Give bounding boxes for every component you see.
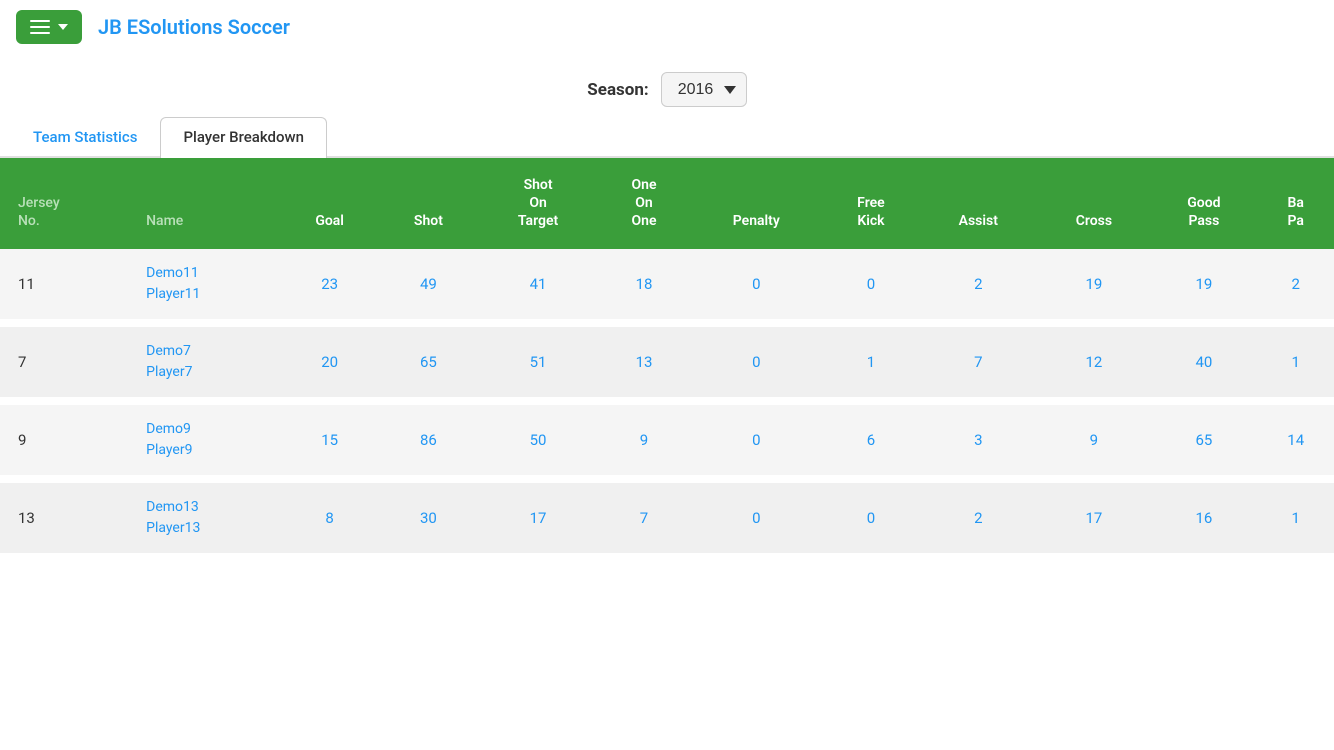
- col-header-jersey: JerseyNo.: [0, 158, 134, 249]
- table-row: 13Demo13Player1383017700217161: [0, 479, 1334, 557]
- col-header-shot-on-target: ShotOnTarget: [478, 158, 598, 249]
- col-header-cross: Cross: [1037, 158, 1150, 249]
- table-row: 11Demo11Player112349411800219192: [0, 249, 1334, 323]
- app-title: JB ESolutions Soccer: [98, 15, 290, 39]
- col-header-goal: Goal: [280, 158, 378, 249]
- header: JB ESolutions Soccer: [0, 0, 1334, 54]
- season-select[interactable]: 2014 2015 2016 2017 2018: [661, 72, 747, 107]
- hamburger-icon: [30, 20, 50, 34]
- table-row: 9Demo9Player9158650906396514: [0, 401, 1334, 479]
- col-header-name: Name: [134, 158, 280, 249]
- table-header-row: JerseyNo. Name Goal Shot ShotOnTarget On…: [0, 158, 1334, 249]
- col-header-good-pass: GoodPass: [1150, 158, 1257, 249]
- col-header-assist: Assist: [919, 158, 1037, 249]
- tab-player-breakdown[interactable]: Player Breakdown: [160, 117, 327, 158]
- col-header-free-kick: FreeKick: [823, 158, 919, 249]
- col-header-one-on-one: OneOnOne: [598, 158, 690, 249]
- tabs-bar: Team Statistics Player Breakdown: [0, 117, 1334, 158]
- season-bar: Season: 2014 2015 2016 2017 2018: [0, 54, 1334, 117]
- col-header-bad-pass: BaPa: [1257, 158, 1334, 249]
- menu-button[interactable]: [16, 10, 82, 44]
- col-header-shot: Shot: [379, 158, 478, 249]
- stats-table-wrapper: JerseyNo. Name Goal Shot ShotOnTarget On…: [0, 158, 1334, 561]
- tab-team-statistics[interactable]: Team Statistics: [10, 117, 160, 156]
- stats-table: JerseyNo. Name Goal Shot ShotOnTarget On…: [0, 158, 1334, 561]
- season-label: Season:: [587, 80, 648, 100]
- table-row: 7Demo7Player72065511301712401: [0, 323, 1334, 401]
- col-header-penalty: Penalty: [690, 158, 823, 249]
- dropdown-arrow-icon: [58, 24, 68, 30]
